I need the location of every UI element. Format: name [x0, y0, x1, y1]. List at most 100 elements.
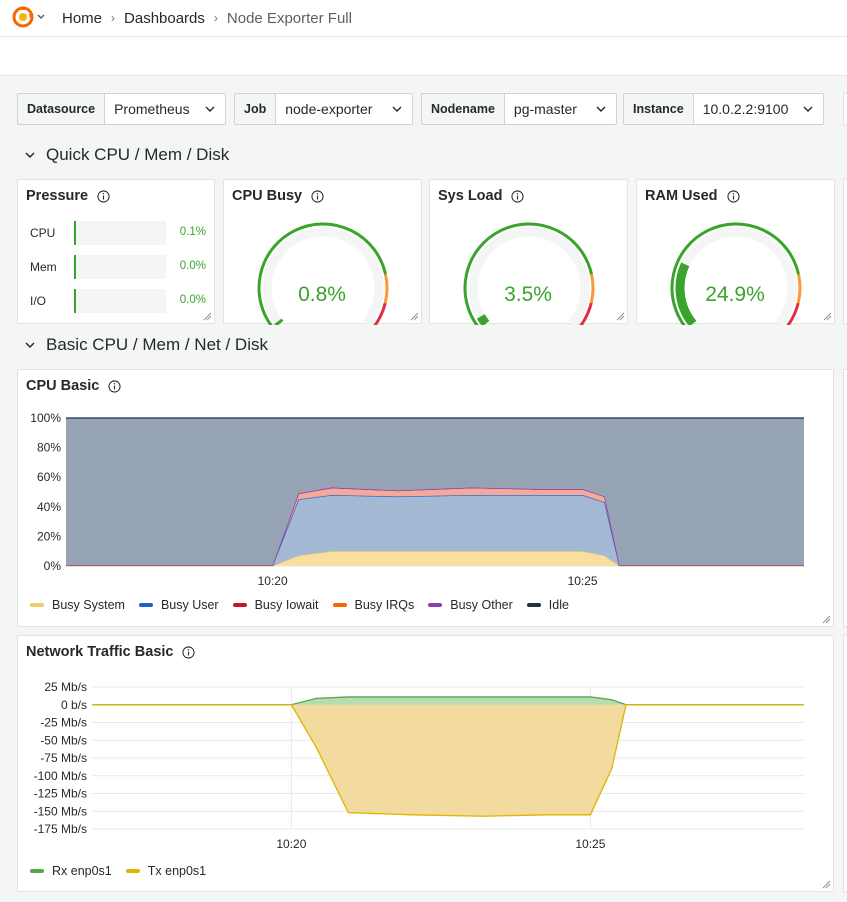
job-select[interactable]: node-exporter — [275, 93, 414, 125]
legend-label: Idle — [548, 598, 569, 612]
panel-title: CPU Basic — [26, 378, 121, 394]
legend-swatch — [125, 869, 140, 873]
legend-item-busy-system[interactable]: Busy System — [30, 598, 125, 612]
grafana-logo-button[interactable] — [11, 5, 47, 29]
info-icon[interactable] — [97, 189, 110, 203]
resize-handle-icon[interactable] — [410, 312, 419, 321]
panel-title-text: Network Traffic Basic — [26, 644, 174, 660]
pressure-value: 0.1% — [179, 226, 206, 238]
series-area-rx-enp0s1 — [92, 696, 804, 705]
breadcrumb-home[interactable]: Home — [62, 10, 102, 27]
select-value: 10.0.2.2:9100 — [702, 101, 789, 117]
resize-handle-icon[interactable] — [203, 312, 212, 321]
variable-overflow — [843, 93, 847, 125]
resize-handle-icon[interactable] — [823, 312, 832, 321]
row-title: Quick CPU / Mem / Disk — [46, 145, 230, 164]
instance-select[interactable]: 10.0.2.2:9100 — [692, 93, 824, 125]
panel-title-text: CPU Basic — [26, 378, 100, 394]
y-tick-label: 25 Mb/s — [44, 680, 87, 694]
legend-item-idle[interactable]: Idle — [526, 598, 569, 612]
legend-swatch — [30, 603, 44, 607]
legend-label: Rx enp0s1 — [52, 864, 112, 878]
y-tick-label: 60% — [37, 470, 61, 484]
gauge-threshold-green — [463, 222, 594, 325]
datasource-select[interactable]: Prometheus — [104, 93, 227, 125]
legend-swatch — [428, 603, 443, 607]
nodename-select[interactable]: pg-master — [503, 93, 617, 125]
panel-overflow — [843, 635, 847, 892]
variable-datasource: Datasource Prometheus — [17, 93, 227, 125]
legend-item-tx[interactable]: Tx enp0s1 — [125, 864, 206, 878]
select-value: pg-master — [513, 101, 577, 117]
y-tick-label: -100 Mb/s — [34, 769, 87, 783]
variable-label: Job — [234, 93, 276, 125]
gauge-value-arc — [476, 314, 490, 325]
panel-title-text: Pressure — [26, 188, 89, 204]
gauge-threshold-green — [670, 222, 801, 325]
breadcrumb: Home › Dashboards › Node Exporter Full — [62, 0, 352, 36]
cpu-legend: Busy System Busy User Busy Iowait Busy I… — [30, 598, 583, 612]
info-icon[interactable] — [108, 379, 121, 393]
pressure-bar — [74, 255, 166, 279]
y-tick-label: 100% — [30, 411, 61, 425]
variable-label: Nodename — [421, 93, 504, 125]
row-header-basic[interactable]: Basic CPU / Mem / Net / Disk — [24, 335, 268, 355]
variable-job: Job node-exporter — [234, 93, 414, 125]
gauge-threshold-green — [257, 222, 388, 325]
resize-handle-icon[interactable] — [822, 880, 831, 889]
pressure-value: 0.0% — [179, 294, 206, 306]
pressure-row-cpu: CPU 0.1% — [26, 220, 216, 246]
chevron-down-icon — [596, 106, 606, 112]
gauge-value: 24.9% — [705, 283, 765, 306]
legend-label: Busy Iowait — [254, 598, 319, 612]
gauge-value: 0.8% — [298, 283, 346, 306]
breadcrumb-dashboards[interactable]: Dashboards — [124, 10, 205, 27]
series-area-tx-enp0s1 — [92, 704, 804, 817]
y-tick-label: 40% — [37, 500, 61, 514]
info-icon[interactable] — [182, 645, 196, 659]
legend-label: Busy IRQs — [354, 598, 415, 612]
panel-title: Network Traffic Basic — [26, 644, 196, 660]
legend-swatch — [138, 603, 153, 607]
grafana-logo-icon — [12, 6, 45, 28]
legend-swatch — [30, 869, 44, 873]
panel-overflow — [843, 179, 847, 324]
chevron-down-icon — [205, 106, 215, 112]
y-tick-label: -75 Mb/s — [40, 751, 87, 765]
ram-used-panel: RAM Used 24.9% — [636, 179, 835, 325]
select-value: Prometheus — [114, 101, 190, 117]
top-nav-bar: Home › Dashboards › Node Exporter Full — [0, 0, 847, 37]
y-tick-label: -150 Mb/s — [34, 804, 87, 818]
pressure-bar-fill — [74, 255, 76, 279]
legend-swatch — [232, 603, 247, 607]
variable-label: Datasource — [17, 93, 105, 125]
legend-item-busy-iowait[interactable]: Busy Iowait — [232, 598, 319, 612]
legend-item-busy-irqs[interactable]: Busy IRQs — [332, 598, 415, 612]
x-tick-label: 10:20 — [276, 837, 306, 851]
gauge-value: 3.5% — [504, 283, 552, 306]
cpu-busy-panel: CPU Busy 0.8% — [223, 179, 422, 325]
cpu-basic-chart[interactable]: 0% 20% 40% 60% 80% 100% 10:20 10:25 — [18, 400, 835, 620]
pressure-bar-fill — [74, 221, 76, 245]
legend-swatch — [526, 603, 541, 607]
gauge-threshold-orange — [383, 274, 389, 304]
legend-item-rx[interactable]: Rx enp0s1 — [30, 864, 112, 878]
variable-nodename: Nodename pg-master — [421, 93, 617, 125]
x-tick-label: 10:20 — [258, 574, 288, 588]
resize-handle-icon[interactable] — [616, 312, 625, 321]
gauge-track — [262, 227, 384, 325]
chevron-down-icon — [25, 342, 35, 349]
variable-instance: Instance 10.0.2.2:9100 — [623, 93, 824, 125]
resize-handle-icon[interactable] — [822, 615, 831, 624]
sys-load-panel: Sys Load 3.5% — [429, 179, 628, 325]
x-tick-label: 10:25 — [575, 837, 605, 851]
legend-item-busy-user[interactable]: Busy User — [138, 598, 219, 612]
network-traffic-chart[interactable]: 25 Mb/s 0 b/s -25 Mb/s -50 Mb/s -75 Mb/s -100… — [18, 671, 835, 861]
cpu-basic-panel: CPU Basic 0% 20% 40% 60% 80% 100% 10:20 10:25 B… — [17, 369, 834, 627]
row-title: Basic CPU / Mem / Net / Disk — [46, 335, 268, 354]
legend-item-busy-other[interactable]: Busy Other — [428, 598, 513, 612]
chevron-down-icon — [25, 152, 35, 159]
gauge-threshold-orange — [589, 274, 595, 304]
y-tick-label: -125 Mb/s — [34, 787, 87, 801]
row-header-quick[interactable]: Quick CPU / Mem / Disk — [24, 145, 229, 165]
